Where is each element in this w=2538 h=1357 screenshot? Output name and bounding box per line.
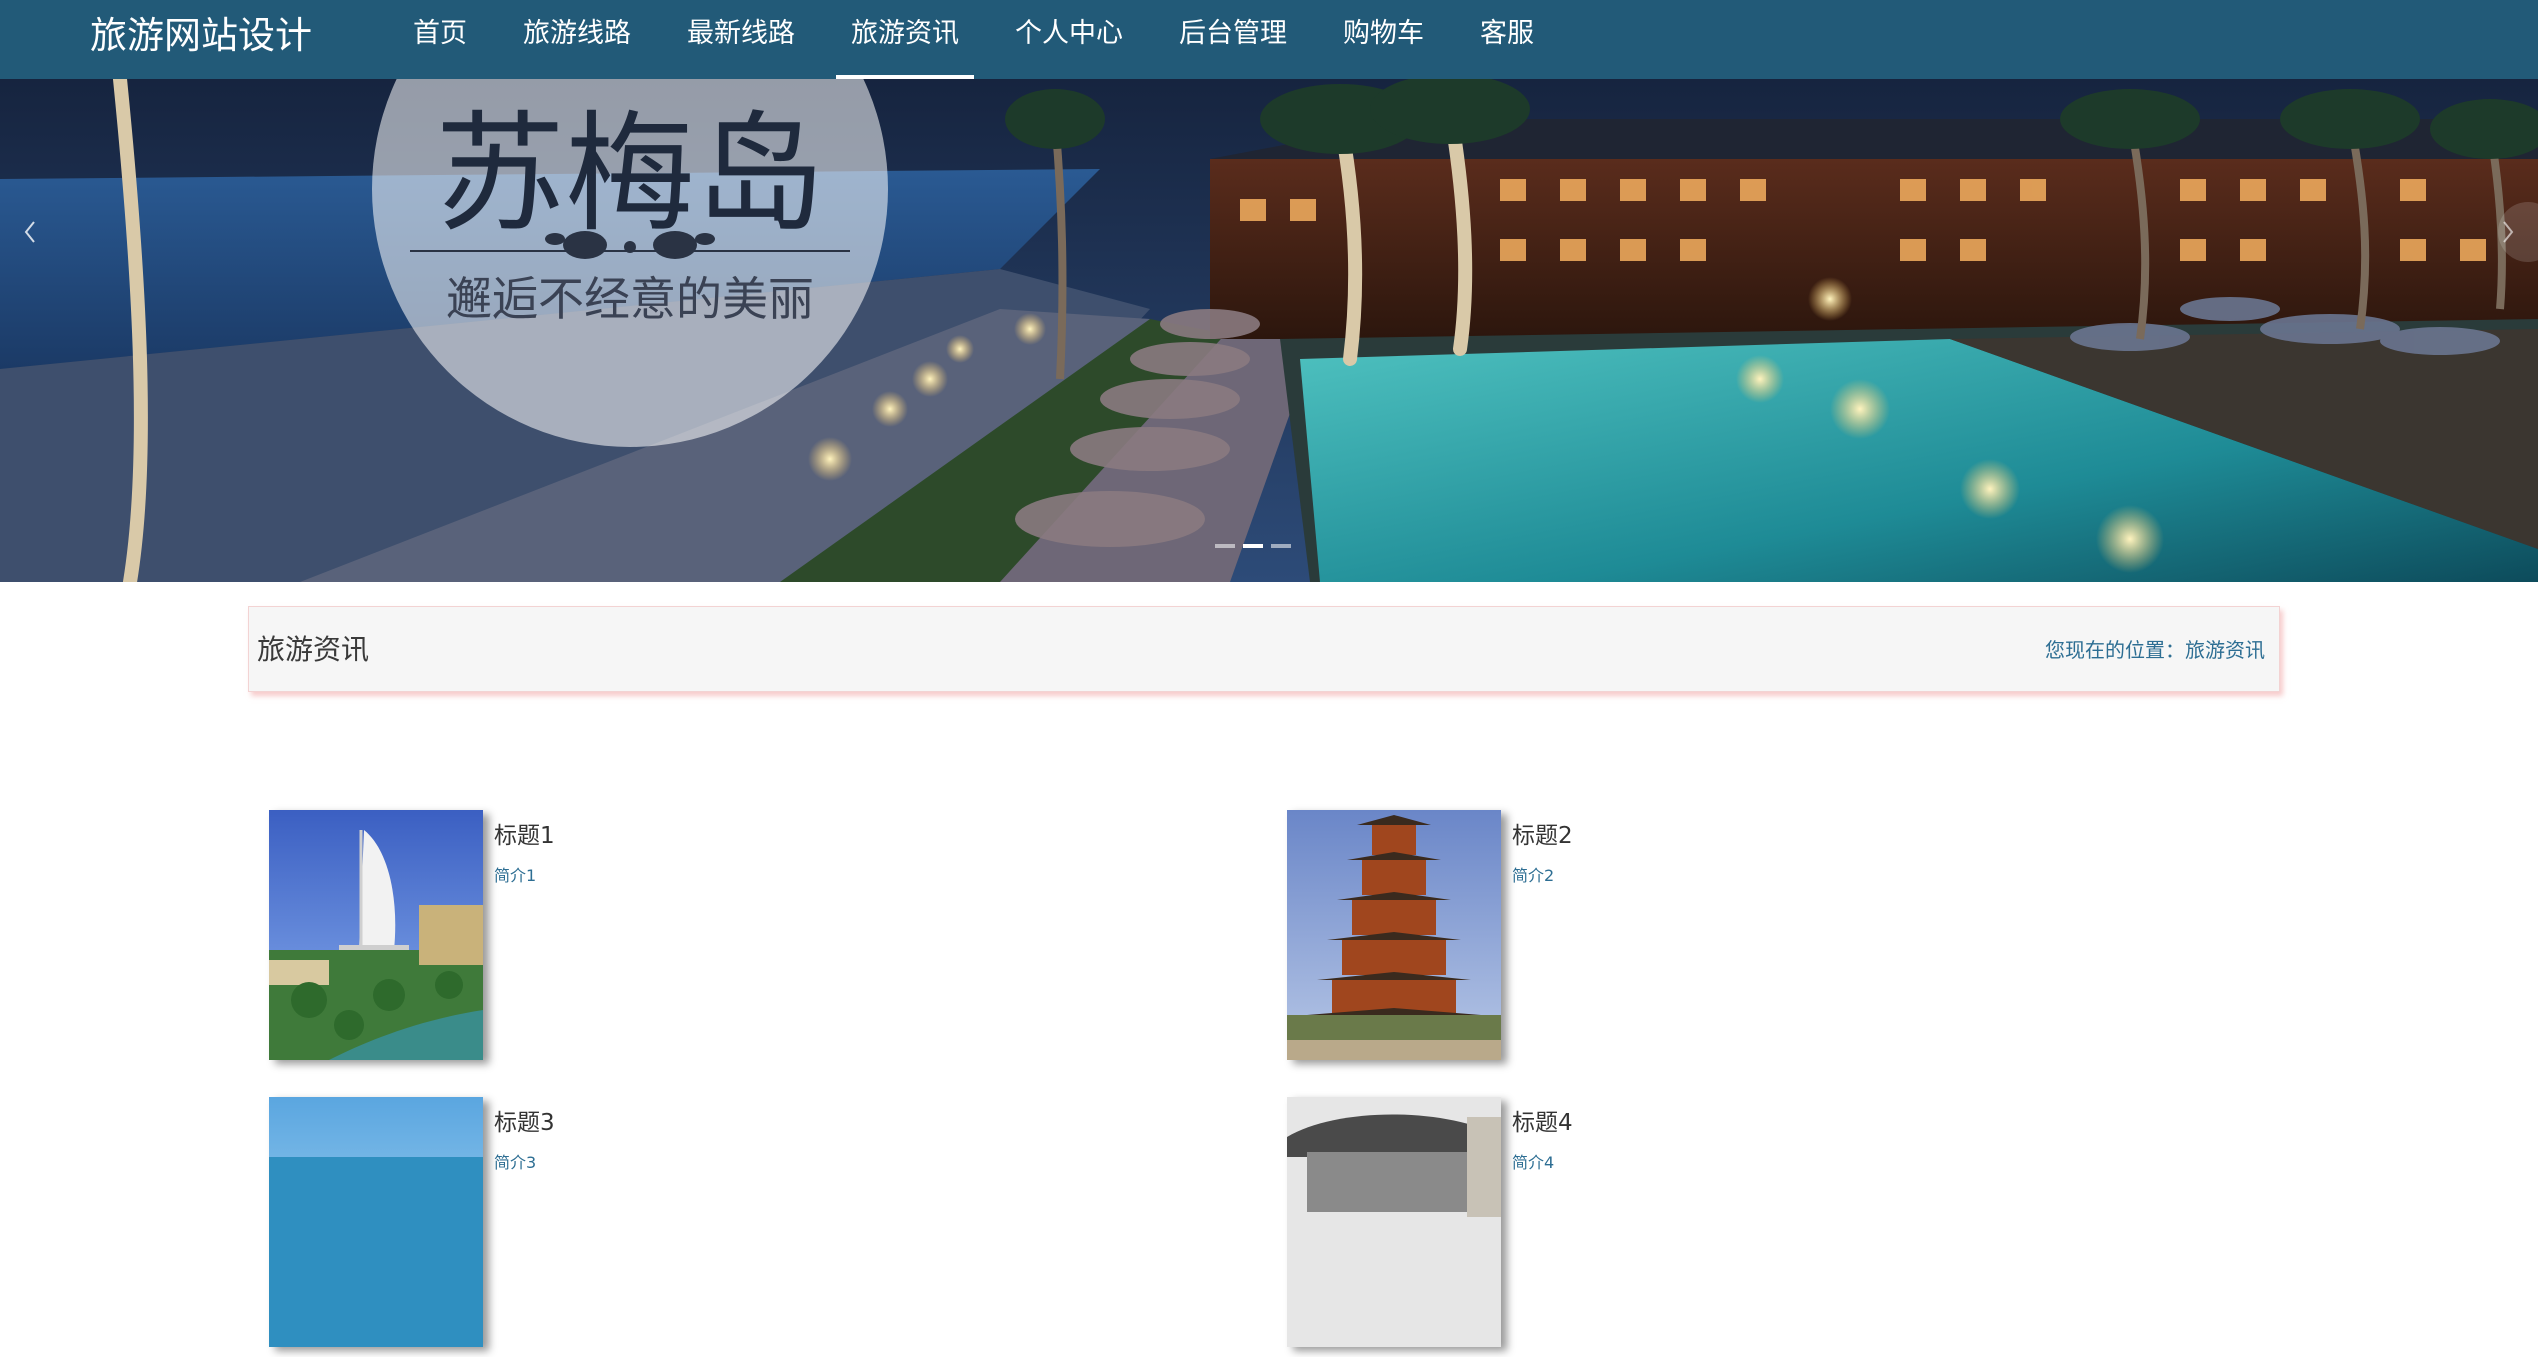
carousel-next-button[interactable] (2478, 187, 2538, 277)
news-intro: 简介2 (1512, 866, 1555, 885)
news-title[interactable]: 标题4 (1512, 1103, 1573, 1137)
nav-item-user-center[interactable]: 个人中心 (987, 0, 1151, 79)
news-intro: 简介3 (494, 1153, 537, 1172)
breadcrumb-current[interactable]: 旅游资讯 (2185, 607, 2265, 693)
news-item[interactable]: 标题3 简介3 (269, 1097, 1169, 1357)
carousel-dot[interactable] (1243, 544, 1263, 548)
banner-subtitle: 邂逅不经意的美丽 (446, 272, 814, 326)
temple-image (1287, 1097, 1501, 1347)
site-brand[interactable]: 旅游网站设计 (90, 0, 312, 72)
banner-carousel[interactable]: 苏梅岛 邂逅不经意的美丽 (0, 79, 2538, 582)
banner-title: 苏梅岛 (435, 98, 825, 250)
carousel-indicators (1215, 544, 1291, 548)
chevron-right-icon (2498, 202, 2538, 262)
news-item[interactable]: 标题2 简介2 (1287, 810, 2187, 1070)
main-nav: 首页 旅游线路 最新线路 旅游资讯 个人中心 后台管理 购物车 客服 (385, 0, 1562, 79)
nav-item-travel-news[interactable]: 旅游资讯 (823, 0, 987, 79)
nav-item-cart[interactable]: 购物车 (1315, 0, 1452, 79)
seaside-image (269, 1097, 483, 1347)
news-thumbnail[interactable] (1287, 810, 1501, 1060)
news-thumbnail[interactable] (1287, 1097, 1501, 1347)
news-item[interactable]: 标题4 简介4 (1287, 1097, 2187, 1357)
news-title[interactable]: 标题3 (494, 1103, 555, 1137)
carousel-dot[interactable] (1215, 544, 1235, 548)
news-intro: 简介1 (494, 866, 537, 885)
carousel-prev-button[interactable] (0, 187, 60, 277)
breadcrumb-bar: 旅游资讯 您现在的位置： 旅游资讯 (248, 606, 2280, 692)
news-thumbnail[interactable] (269, 1097, 483, 1347)
news-thumbnail[interactable] (269, 810, 483, 1060)
breadcrumb: 您现在的位置： 旅游资讯 (2045, 607, 2265, 693)
news-intro: 简介4 (1512, 1153, 1555, 1172)
top-navbar: 旅游网站设计 首页 旅游线路 最新线路 旅游资讯 个人中心 后台管理 购物车 客… (0, 0, 2538, 79)
yellow-crane-tower-image (1287, 810, 1501, 1060)
nav-item-admin[interactable]: 后台管理 (1151, 0, 1315, 79)
nav-item-routes[interactable]: 旅游线路 (495, 0, 659, 79)
chevron-left-icon (24, 221, 35, 243)
breadcrumb-location-label: 您现在的位置： (2045, 638, 2185, 662)
carousel-dot[interactable] (1271, 544, 1291, 548)
banner-image: 苏梅岛 邂逅不经意的美丽 (0, 79, 2538, 582)
nav-item-customer-service[interactable]: 客服 (1452, 0, 1562, 79)
news-item[interactable]: 标题1 简介1 (269, 810, 1169, 1070)
news-title[interactable]: 标题2 (1512, 816, 1573, 850)
news-title[interactable]: 标题1 (494, 816, 555, 850)
section-title: 旅游资讯 (257, 633, 370, 666)
nav-item-new-routes[interactable]: 最新线路 (659, 0, 823, 79)
burj-al-arab-image (269, 810, 483, 1060)
nav-item-home[interactable]: 首页 (385, 0, 495, 79)
